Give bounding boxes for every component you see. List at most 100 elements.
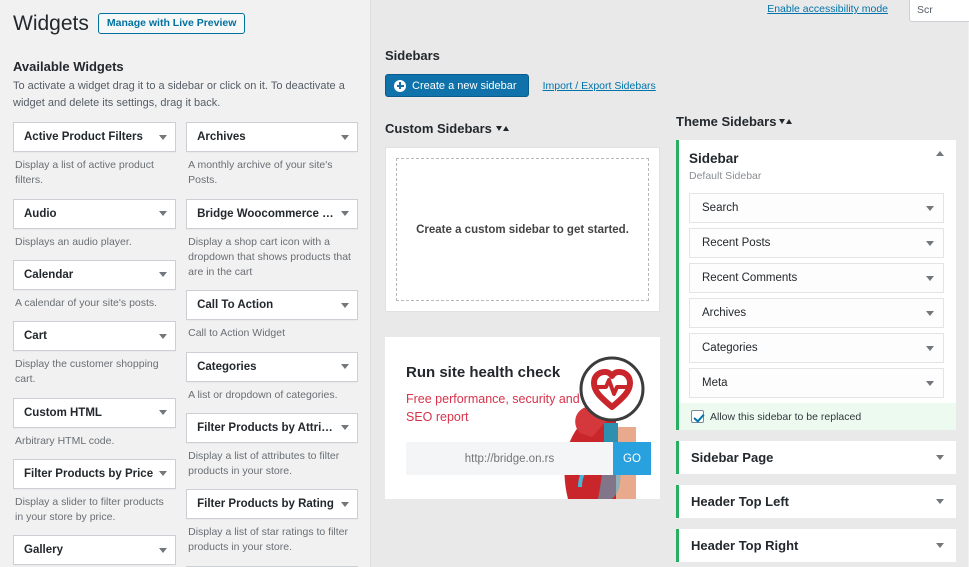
sidebar-widget-title: Search — [702, 202, 739, 214]
collapsed-sidebar-panel[interactable]: Header Top Right — [676, 529, 956, 562]
sidebar-widget-item[interactable]: Search — [689, 193, 944, 223]
enable-accessibility-mode-link[interactable]: Enable accessibility mode — [767, 3, 888, 15]
chevron-down-icon — [926, 310, 934, 316]
chevron-down-icon — [926, 380, 934, 386]
chevron-down-icon — [341, 425, 350, 431]
available-widget-title: Call To Action — [197, 299, 274, 312]
collapsed-sidebar-panel[interactable]: Header Top Left — [676, 485, 956, 518]
available-widgets-description: To activate a widget drag it to a sideba… — [13, 80, 345, 109]
sidebar-widget-title: Categories — [702, 342, 758, 354]
available-widget-card[interactable]: Bridge Woocommerce Dropdo... — [186, 198, 359, 229]
available-widget-title: Filter Products by Attribute — [197, 421, 336, 434]
chevron-down-icon — [159, 410, 168, 415]
collapsed-sidebar-name: Header Top Right — [691, 538, 799, 553]
available-widget-card[interactable]: Calendar — [13, 259, 177, 290]
available-widget-card[interactable]: Filter Products by Rating — [186, 489, 359, 520]
chevron-down-icon — [936, 499, 944, 504]
chevron-down-icon — [159, 333, 168, 339]
chevron-up-icon — [502, 126, 509, 131]
available-widgets-grid: Active Product Filters Display a list of … — [12, 122, 359, 567]
chevron-down-icon — [341, 501, 350, 507]
chevron-down-icon — [495, 126, 502, 131]
chevron-down-icon — [341, 211, 350, 217]
chevron-up-icon — [786, 119, 793, 124]
allow-replace-label: Allow this sidebar to be replaced — [710, 410, 862, 423]
available-widget-title: Gallery — [24, 544, 63, 557]
available-widget-card[interactable]: Audio — [13, 198, 177, 229]
sidebar-panel-name: Sidebar — [689, 151, 739, 166]
available-widgets-heading: Available Widgets — [13, 59, 124, 75]
sidebar-widget-title: Recent Posts — [702, 237, 771, 249]
available-widget-card[interactable]: Active Product Filters — [13, 122, 177, 153]
sidebar-panel-header[interactable]: Sidebar — [689, 151, 944, 166]
available-widget-card[interactable]: Filter Products by Attribute — [186, 412, 359, 443]
theme-expand-collapse-toggle[interactable] — [779, 119, 793, 124]
available-widget-card[interactable]: Gallery — [13, 535, 177, 566]
chevron-down-icon — [926, 205, 934, 211]
chevron-down-icon — [159, 272, 168, 278]
page-title: Widgets — [13, 12, 89, 35]
collapsed-sidebar-name: Sidebar Page — [691, 450, 774, 465]
available-widget-card[interactable]: Filter Products by Price — [13, 458, 177, 489]
create-new-sidebar-button[interactable]: Create a new sidebar — [385, 74, 529, 97]
available-widget-description: Display a list of star ratings to filter… — [188, 526, 348, 554]
available-widget-card[interactable]: Archives — [186, 122, 359, 153]
sidebar-widget-item[interactable]: Archives — [689, 298, 944, 328]
plus-circle-icon — [394, 79, 406, 92]
import-export-sidebars-link[interactable]: Import / Export Sidebars — [543, 80, 656, 92]
collapsed-sidebars-list: Sidebar Page Header Top Left Header Top Ri… — [676, 441, 956, 567]
collapsed-sidebar-panel[interactable]: Sidebar Page — [676, 441, 956, 474]
available-widget-card[interactable]: Call To Action — [186, 290, 359, 321]
available-widget-title: Filter Products by Price — [24, 467, 154, 480]
custom-sidebars-empty-message: Create a custom sidebar to get started. — [396, 158, 649, 301]
sidebar-widget-item[interactable]: Meta — [689, 368, 944, 398]
available-widget-card[interactable]: Custom HTML — [13, 397, 177, 428]
expand-collapse-toggle[interactable] — [495, 126, 509, 131]
available-widget-title: Archives — [197, 131, 246, 144]
manage-with-live-preview-button[interactable]: Manage with Live Preview — [97, 12, 246, 35]
available-widget-title: Cart — [24, 330, 48, 343]
widget-column-left: Active Product Filters Display a list of … — [13, 122, 177, 567]
available-widget-title: Calendar — [24, 268, 74, 281]
sidebar-widget-item[interactable]: Recent Comments — [689, 263, 944, 293]
available-widget-title: Filter Products by Rating — [197, 498, 334, 511]
chevron-down-icon — [159, 211, 168, 217]
available-widget-description: Display the customer shopping cart. — [15, 358, 159, 386]
promo-url-input[interactable] — [406, 442, 613, 476]
promo-go-button[interactable]: GO — [613, 442, 651, 476]
chevron-down-icon — [936, 543, 944, 548]
sidebar-widget-item[interactable]: Categories — [689, 333, 944, 363]
widgets-admin-page: Enable accessibility mode Scr Widgets Ma… — [0, 0, 969, 567]
theme-sidebars-label: Theme Sidebars — [676, 114, 777, 129]
available-widgets-column: Widgets Manage with Live Preview Availab… — [0, 0, 370, 567]
available-widget-description: A calendar of your site's posts. — [15, 296, 158, 309]
available-widget-title: Custom HTML — [24, 406, 102, 419]
sidebar-panel-default: Sidebar Default Sidebar Search Recent Pos… — [676, 140, 956, 430]
allow-replace-checkbox[interactable] — [691, 410, 704, 423]
chevron-down-icon — [926, 345, 934, 351]
available-widget-title: Audio — [24, 207, 57, 220]
available-widget-description: Call to Action Widget — [188, 327, 285, 340]
chevron-down-icon — [926, 240, 934, 246]
promo-content: Run site health check Free performance, … — [385, 337, 660, 476]
site-health-promo-card: Run site health check Free performance, … — [385, 337, 660, 499]
theme-sidebars-column: Theme Sidebars Sidebar Default Sidebar S… — [674, 0, 968, 567]
chevron-down-icon — [341, 364, 350, 369]
screen-options-button[interactable]: Scr — [909, 0, 969, 22]
promo-url-row: GO — [406, 442, 651, 476]
available-widget-card[interactable]: Cart — [13, 321, 177, 352]
chevron-down-icon — [159, 471, 168, 477]
available-widget-description: Display a slider to filter products in y… — [15, 495, 164, 523]
theme-sidebars-group-title[interactable]: Theme Sidebars — [676, 114, 956, 129]
available-widget-card[interactable]: Categories — [186, 351, 359, 382]
allow-replace-row[interactable]: Allow this sidebar to be replaced — [679, 403, 956, 430]
available-widget-description: Display a list of active product filters… — [15, 159, 154, 187]
available-widget-description: Displays an audio player. — [15, 235, 132, 248]
collapsed-sidebar-name: Header Top Left — [691, 494, 789, 509]
chevron-down-icon — [341, 302, 350, 308]
promo-title: Run site health check — [406, 364, 561, 381]
collapse-icon[interactable] — [936, 151, 944, 156]
custom-sidebars-group-title[interactable]: Custom Sidebars — [385, 121, 660, 136]
sidebar-actions: Create a new sidebar Import / Export Sid… — [385, 74, 660, 97]
sidebar-widget-item[interactable]: Recent Posts — [689, 228, 944, 258]
